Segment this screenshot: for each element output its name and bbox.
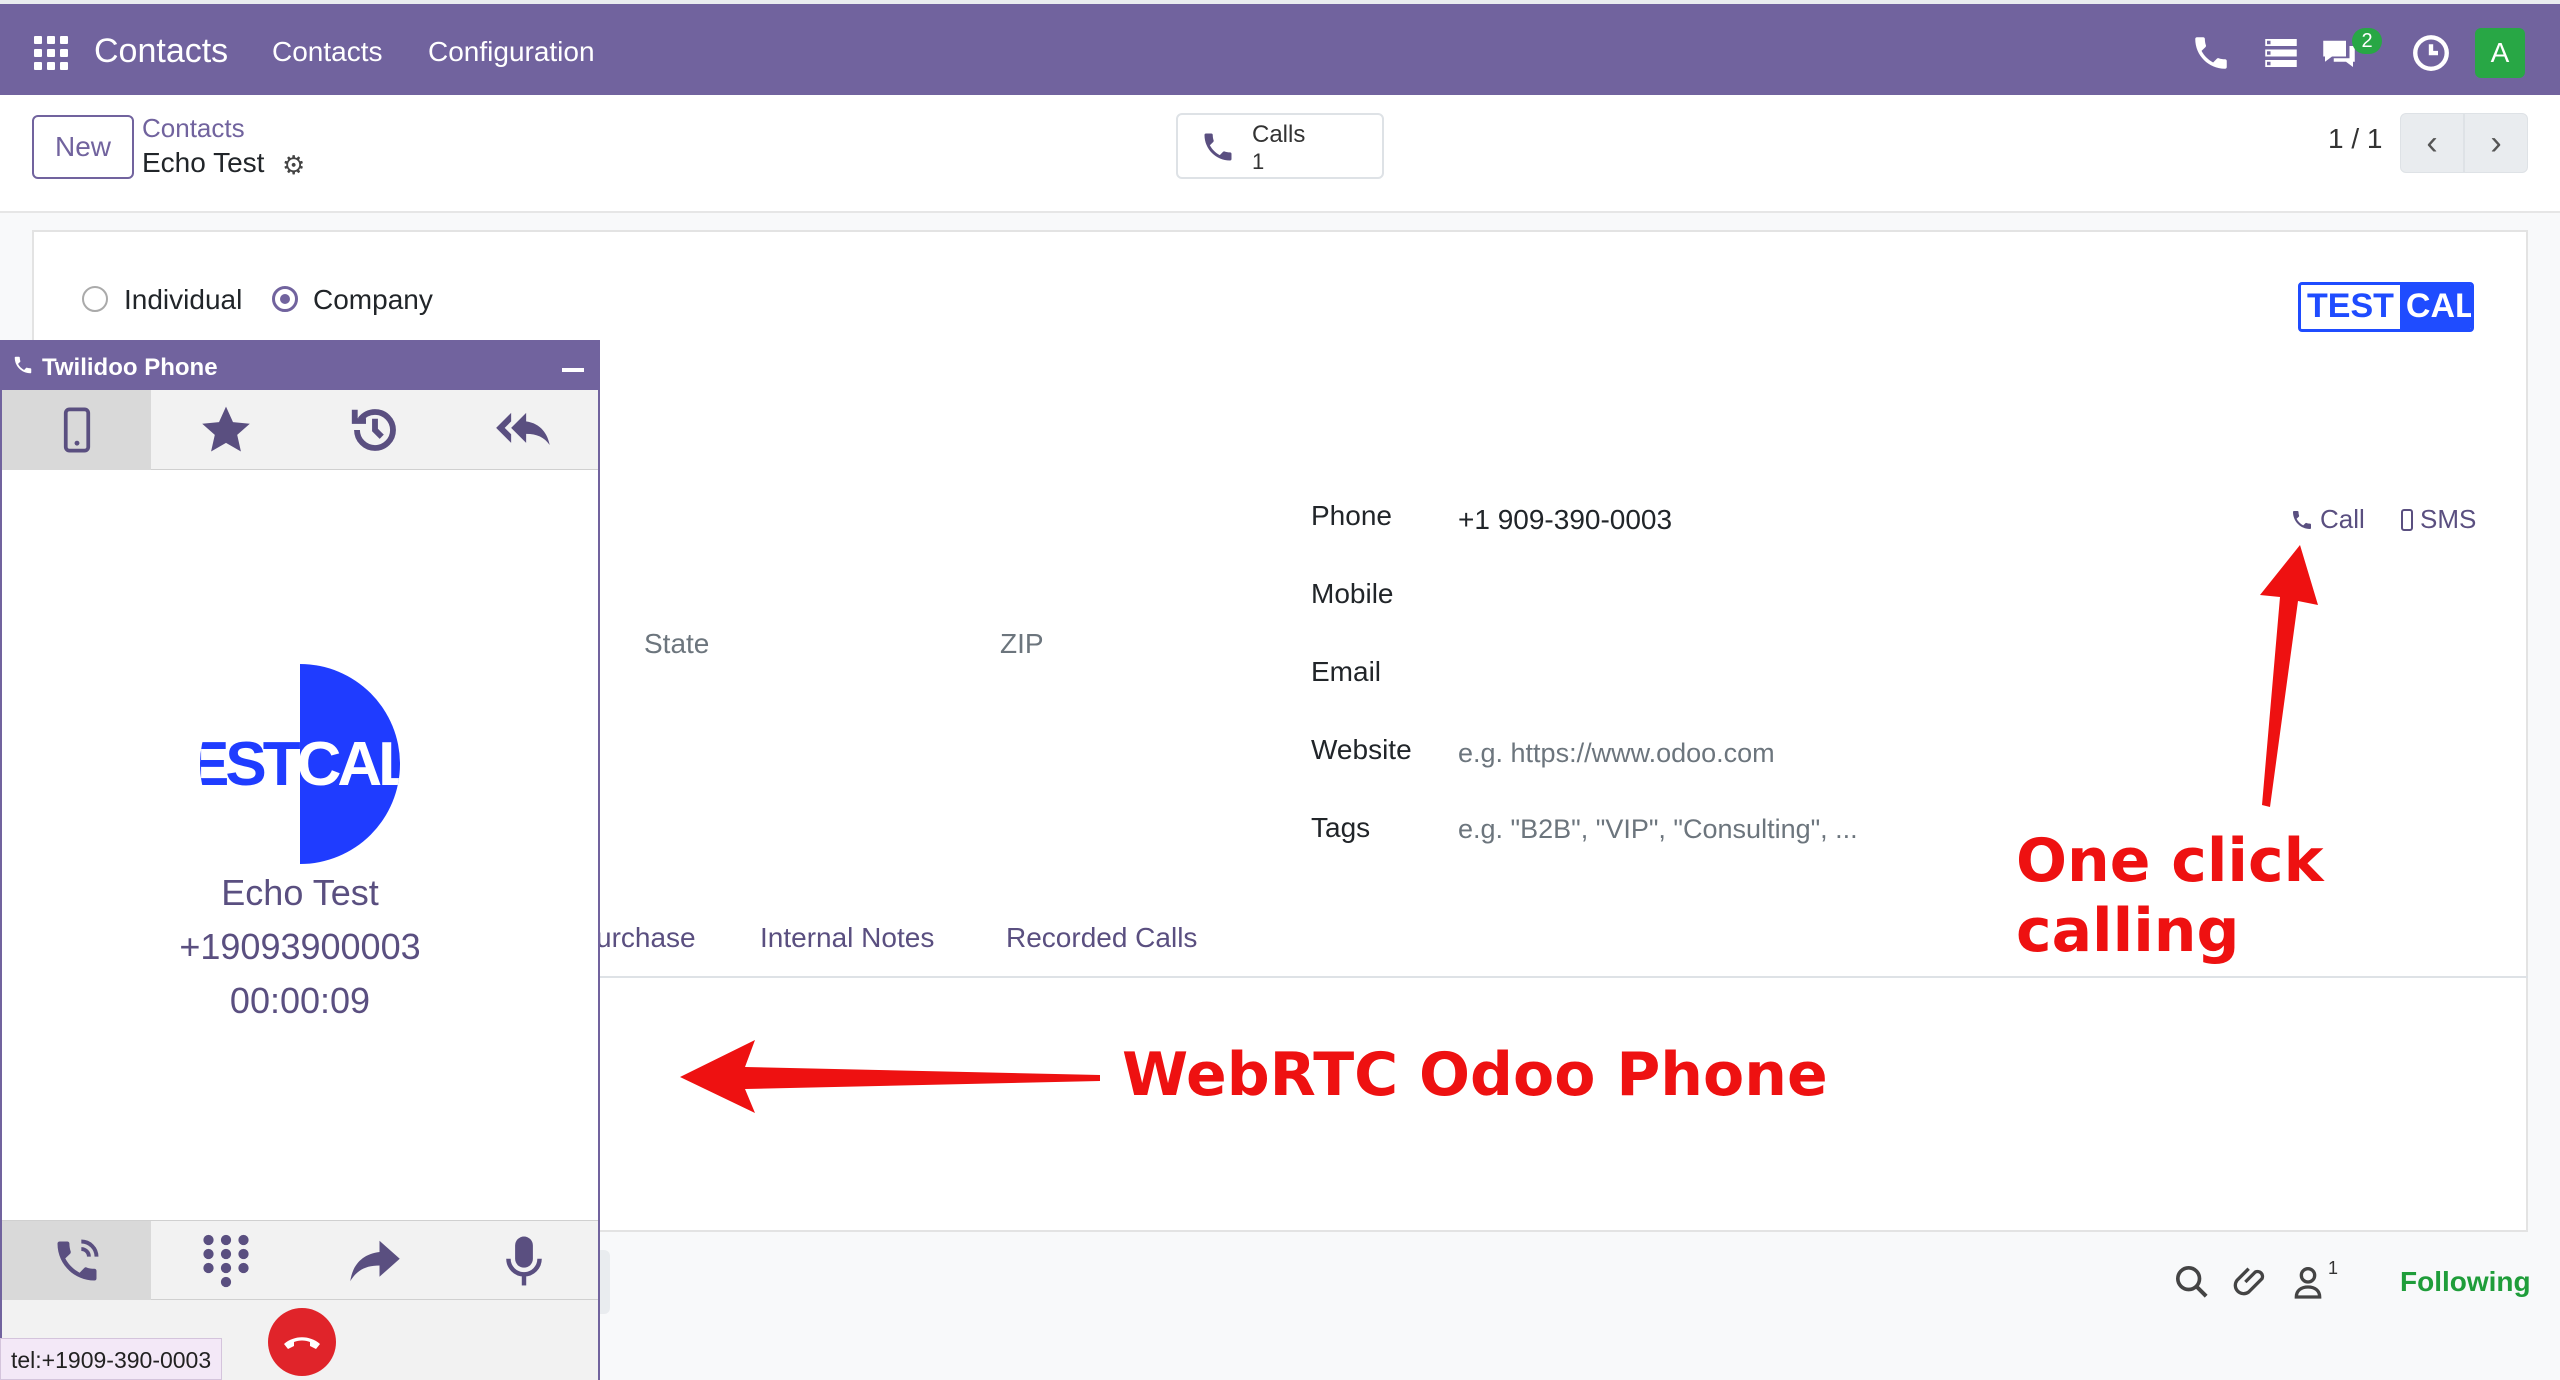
tab-recorded-calls[interactable]: Recorded Calls xyxy=(1006,922,1197,954)
search-icon[interactable] xyxy=(2172,1262,2212,1302)
website-label: Website xyxy=(1311,734,1412,765)
caller-logo-left: TEST xyxy=(200,729,301,799)
caller-name: Echo Test xyxy=(221,872,379,913)
keypad-button[interactable] xyxy=(151,1221,300,1301)
annotation-webrtc-phone: WebRTC Odoo Phone xyxy=(1122,1040,1828,1110)
annotation-arrow-up xyxy=(2260,545,2318,807)
phone-widget-title: Twilidoo Phone xyxy=(42,354,218,381)
phone-hangup-icon xyxy=(284,1337,320,1349)
phone-ringing-icon xyxy=(57,1239,98,1281)
tab-history[interactable] xyxy=(300,390,449,470)
app-brand[interactable]: Contacts xyxy=(94,32,228,71)
link-status-tooltip: tel:+1909-390-0003 xyxy=(0,1338,223,1380)
clock-activity-icon[interactable] xyxy=(2410,32,2452,74)
phone-field[interactable]: +1 909-390-0003 xyxy=(1458,504,1672,536)
sms-button-label: SMS xyxy=(2420,504,2477,534)
control-panel: New Contacts Echo Test ⚙ Calls 1 1 / 1 ‹… xyxy=(0,95,2560,213)
tab-purchase[interactable]: urchase xyxy=(596,922,696,954)
forward-icon xyxy=(349,1240,400,1282)
menu-configuration[interactable]: Configuration xyxy=(428,36,595,68)
sms-button[interactable]: SMS xyxy=(2398,504,2476,535)
tab-reply[interactable] xyxy=(449,390,598,470)
zip-field[interactable]: ZIP xyxy=(1000,628,1044,660)
messaging-counter-badge: 2 xyxy=(2352,28,2382,54)
reply-all-icon xyxy=(495,412,550,445)
chevron-right-icon: › xyxy=(2490,123,2502,162)
radio-company-label[interactable]: Company xyxy=(313,284,433,316)
phone-action-bar xyxy=(2,1220,598,1301)
mobile-icon xyxy=(63,407,90,453)
radio-individual[interactable] xyxy=(82,286,108,312)
tags-label: Tags xyxy=(1311,812,1371,843)
caller-number: +19093900003 xyxy=(179,926,421,967)
transfer-button[interactable] xyxy=(300,1221,449,1301)
calls-smart-button[interactable]: Calls 1 xyxy=(1176,113,1384,179)
following-button[interactable]: Following xyxy=(2400,1266,2531,1298)
tab-dialer[interactable] xyxy=(2,390,151,470)
call-button[interactable]: Call xyxy=(2290,504,2365,535)
website-field[interactable]: e.g. https://www.odoo.com xyxy=(1458,738,1775,769)
new-button[interactable]: New xyxy=(32,115,134,179)
pager-previous-button[interactable]: ‹ xyxy=(2400,113,2464,173)
state-field[interactable]: State xyxy=(644,628,709,660)
paperclip-icon[interactable] xyxy=(2232,1262,2272,1302)
keypad-icon xyxy=(202,1234,249,1288)
phone-label: Phone xyxy=(1311,500,1392,531)
mobile-label: Mobile xyxy=(1311,578,1394,609)
company-logo[interactable]: TEST CALL xyxy=(2298,282,2474,332)
gear-icon[interactable]: ⚙ xyxy=(282,150,305,181)
tab-favorites[interactable] xyxy=(151,390,300,470)
calls-count: 1 xyxy=(1252,149,1265,174)
microphone-icon xyxy=(505,1236,542,1286)
annotation-arrow-left xyxy=(680,1040,1100,1113)
menu-contacts[interactable]: Contacts xyxy=(272,36,383,68)
pager-value[interactable]: 1 / 1 xyxy=(2328,123,2382,155)
user-avatar[interactable]: A xyxy=(2475,28,2525,78)
star-icon xyxy=(201,406,250,452)
caller-logo-right: CALL xyxy=(296,729,400,799)
pager-next-button[interactable]: › xyxy=(2464,113,2528,173)
twilidoo-phone-widget: Twilidoo Phone TESTCALL Echo Test +190 xyxy=(0,340,600,1380)
company-logo-left: TEST xyxy=(2301,285,2400,329)
tags-field[interactable]: e.g. "B2B", "VIP", "Consulting", ... xyxy=(1458,814,1858,845)
mute-button[interactable] xyxy=(449,1221,598,1301)
tab-internal-notes[interactable]: Internal Notes xyxy=(760,922,934,954)
calls-label: Calls xyxy=(1252,121,1306,148)
phone-icon xyxy=(14,356,32,374)
phone-icon xyxy=(1204,133,1232,161)
breadcrumb-current: Echo Test xyxy=(142,147,265,178)
phone-systray-icon[interactable] xyxy=(2190,32,2232,74)
phone-widget-header[interactable]: Twilidoo Phone xyxy=(2,342,598,390)
history-icon xyxy=(351,409,396,451)
minimize-icon[interactable] xyxy=(562,368,584,372)
follower-count: 1 xyxy=(2328,1258,2339,1278)
phone-widget-tabs xyxy=(2,390,598,470)
hangup-button[interactable] xyxy=(268,1308,336,1376)
chevron-left-icon: ‹ xyxy=(2426,123,2438,162)
caller-avatar: TESTCALL xyxy=(200,664,400,864)
company-logo-right: CALL xyxy=(2399,285,2471,329)
top-navbar: Contacts Contacts Configuration 2 A xyxy=(0,0,2560,95)
call-timer: 00:00:09 xyxy=(229,980,371,1021)
call-button-label: Call xyxy=(2320,504,2365,534)
breadcrumb-parent[interactable]: Contacts xyxy=(142,113,245,144)
annotation-one-click-calling: One click calling xyxy=(2016,826,2324,966)
phone-icon xyxy=(2293,510,2311,529)
apps-menu-icon[interactable] xyxy=(34,36,68,70)
email-label: Email xyxy=(1311,656,1382,687)
activity-list-icon[interactable] xyxy=(2260,32,2302,74)
mobile-icon xyxy=(2401,508,2413,531)
followers-icon[interactable] xyxy=(2288,1262,2328,1302)
call-action-button[interactable] xyxy=(2,1221,151,1301)
radio-company[interactable] xyxy=(272,286,298,312)
radio-individual-label[interactable]: Individual xyxy=(124,284,242,316)
